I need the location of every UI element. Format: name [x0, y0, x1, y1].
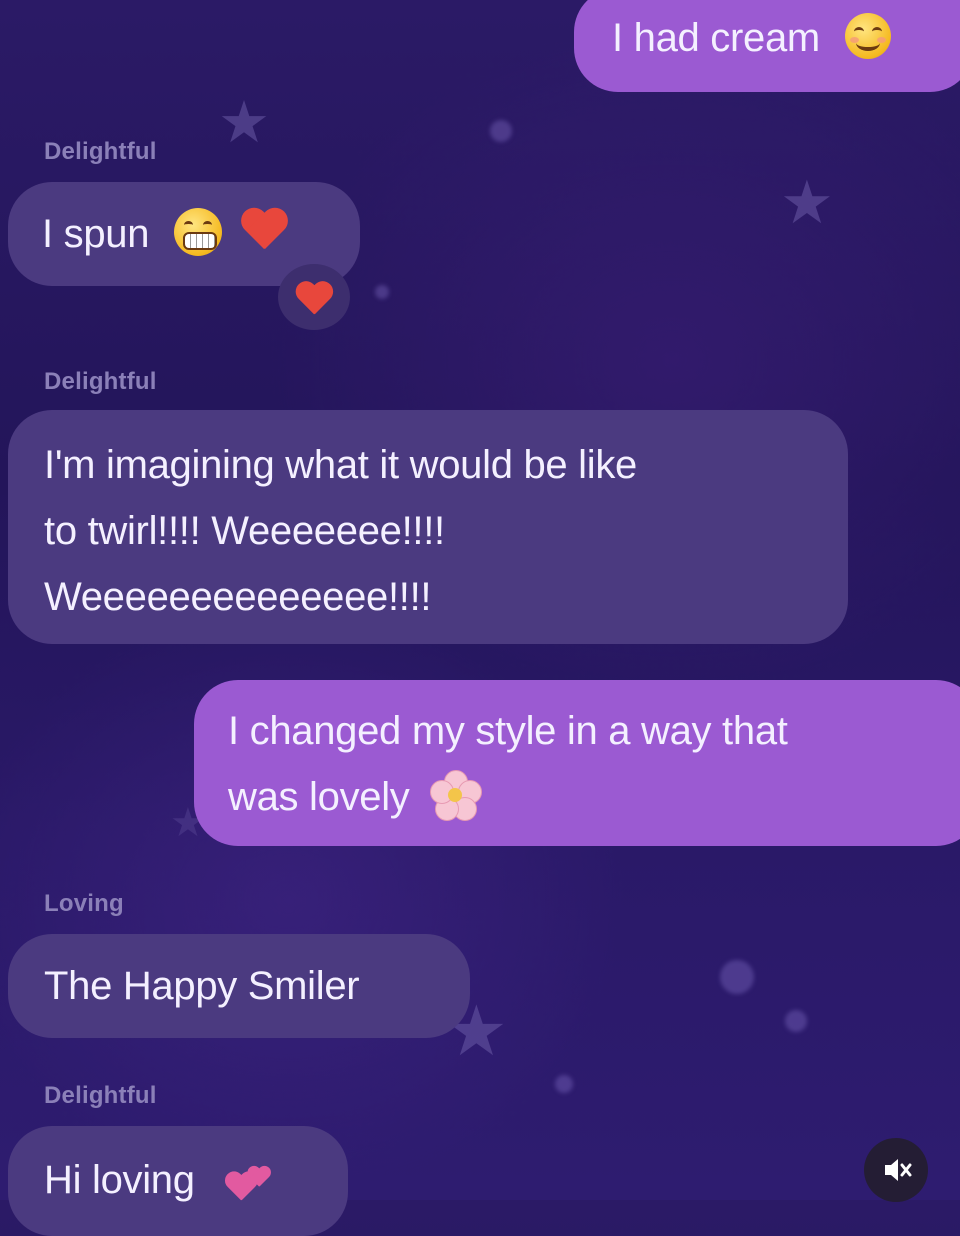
- message-text-line: was lovely: [228, 775, 410, 819]
- message-text-line: to twirl!!!! Weeeeeee!!!!: [44, 509, 445, 553]
- sender-name: Loving: [44, 890, 124, 917]
- sender-name: Delightful: [44, 368, 157, 395]
- mute-button[interactable]: [864, 1138, 928, 1202]
- outgoing-message-bubble[interactable]: I changed my style in a way that was lov…: [194, 680, 960, 846]
- heart-reaction[interactable]: [278, 264, 350, 330]
- message-text: I spun: [42, 212, 150, 256]
- message-text: Hi loving: [44, 1158, 195, 1202]
- background-sparkle: [785, 1010, 807, 1032]
- smiling-face-emoji: [844, 13, 891, 60]
- red-heart-emoji: [294, 281, 334, 318]
- background-star: ★: [218, 88, 270, 156]
- outgoing-message-bubble[interactable]: I had cream: [574, 0, 960, 92]
- incoming-message-bubble[interactable]: Hi loving: [8, 1126, 348, 1236]
- cherry-blossom-emoji: [430, 770, 483, 822]
- sender-name: Delightful: [44, 1082, 157, 1109]
- background-star: ★: [780, 168, 834, 238]
- background-sparkle: [375, 285, 389, 299]
- background-sparkle: [555, 1075, 573, 1093]
- grimacing-face-emoji: [174, 208, 222, 257]
- muted-speaker-icon: [885, 1159, 912, 1181]
- sender-name: Delightful: [44, 138, 157, 165]
- incoming-message-bubble[interactable]: The Happy Smiler: [8, 934, 470, 1038]
- incoming-message-bubble[interactable]: I'm imagining what it would be like to t…: [8, 410, 848, 644]
- message-text: I had cream: [612, 16, 820, 60]
- message-text-line: I changed my style in a way that: [228, 709, 788, 753]
- background-sparkle: [490, 120, 512, 142]
- message-text-line: Weeeeeeeeeeeeee!!!!: [44, 575, 432, 619]
- red-heart-emoji: [239, 207, 289, 253]
- message-text: The Happy Smiler: [44, 964, 360, 1008]
- message-text-line: I'm imagining what it would be like: [44, 443, 637, 487]
- background-sparkle: [720, 960, 754, 994]
- two-hearts-emoji: [216, 1154, 270, 1202]
